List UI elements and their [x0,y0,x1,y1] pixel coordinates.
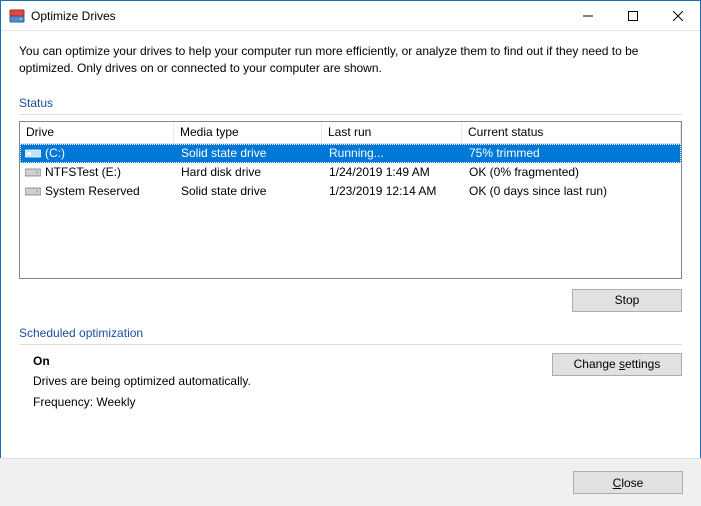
sched-desc: Drives are being optimized automatically… [33,371,552,391]
sched-on-label: On [33,351,552,371]
close-button[interactable]: Close [573,471,683,494]
app-icon [9,8,25,24]
drive-icon [25,147,41,159]
intro-text: You can optimize your drives to help you… [19,43,682,78]
sched-divider [19,344,682,345]
drive-media: Hard disk drive [175,164,323,181]
window-title: Optimize Drives [31,9,116,23]
drive-icon [25,166,41,178]
drive-row[interactable]: NTFSTest (E:) Hard disk drive1/24/2019 1:… [20,163,681,182]
drive-name: (C:) [45,146,65,160]
maximize-button[interactable] [610,1,655,31]
status-label-text: Status [19,96,53,110]
footer: Close [0,458,701,506]
drive-name: System Reserved [45,184,140,198]
drive-row[interactable]: (C:) Solid state driveRunning...75% trimm… [20,144,681,163]
drive-row[interactable]: System Reserved Solid state drive1/23/201… [20,182,681,201]
sched-section-label: Scheduled optimization [19,326,682,340]
drive-last-run: 1/24/2019 1:49 AM [323,164,463,181]
close-window-button[interactable] [655,1,700,31]
col-last[interactable]: Last run [322,122,462,143]
change-settings-button[interactable]: Change settings [552,353,682,376]
drive-media: Solid state drive [175,183,323,200]
sched-freq: Frequency: Weekly [33,392,552,412]
drive-media: Solid state drive [175,145,323,162]
titlebar: Optimize Drives [1,1,700,31]
col-media[interactable]: Media type [174,122,322,143]
list-header: Drive Media type Last run Current status [20,122,681,144]
drive-status: 75% trimmed [463,145,680,162]
drive-last-run: 1/23/2019 12:14 AM [323,183,463,200]
drive-icon [25,185,41,197]
drive-status: OK (0 days since last run) [463,183,680,200]
drive-status: OK (0% fragmented) [463,164,680,181]
drive-name: NTFSTest (E:) [45,165,121,179]
status-divider [19,114,682,115]
status-section-label: Status [19,96,682,110]
col-drive[interactable]: Drive [20,122,174,143]
col-status[interactable]: Current status [462,122,681,143]
drives-listview[interactable]: Drive Media type Last run Current status… [19,121,682,279]
drive-last-run: Running... [323,145,463,162]
stop-button[interactable]: Stop [572,289,682,312]
minimize-button[interactable] [565,1,610,31]
